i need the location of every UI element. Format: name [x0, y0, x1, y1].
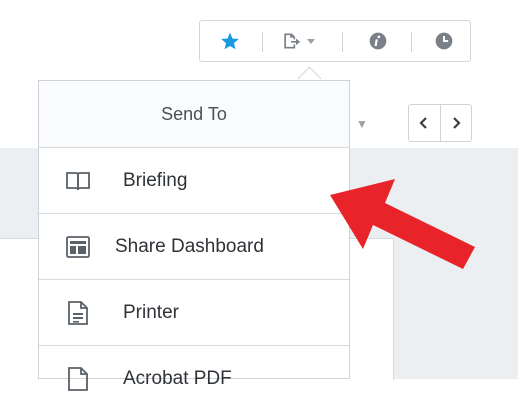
export-icon — [284, 33, 301, 49]
menu-item-share-dashboard[interactable]: Share Dashboard — [39, 213, 349, 279]
clock-icon — [435, 32, 453, 50]
menu-item-printer[interactable]: Printer — [39, 279, 349, 345]
page-navigation — [408, 104, 472, 142]
menu-item-acrobat-pdf[interactable]: Acrobat PDF — [39, 345, 349, 411]
menu-item-label: Printer — [123, 301, 179, 323]
next-button[interactable] — [439, 105, 472, 141]
book-icon — [66, 171, 90, 190]
info-button[interactable] — [360, 21, 396, 61]
send-to-title: Send To — [39, 81, 349, 147]
menu-item-briefing[interactable]: Briefing — [39, 147, 349, 213]
document-icon — [68, 300, 88, 325]
toolbar-divider — [342, 32, 343, 52]
send-to-menu: Send To Briefing Share Dashboard Printer — [38, 80, 350, 391]
chevron-left-icon — [419, 117, 428, 129]
history-button[interactable] — [426, 21, 462, 61]
annotation-arrow — [330, 179, 475, 269]
chevron-right-icon — [452, 117, 461, 129]
dashboard-icon — [66, 235, 90, 258]
menu-item-label: Briefing — [123, 169, 188, 191]
info-icon — [369, 32, 387, 50]
star-icon — [221, 32, 239, 50]
toolbar-divider — [411, 32, 412, 52]
menu-item-label: Share Dashboard — [115, 235, 264, 257]
collapse-chevron-icon[interactable]: ▼ — [356, 117, 368, 131]
dashboard-toolbar — [199, 20, 471, 62]
favorite-button[interactable] — [212, 21, 248, 61]
toolbar-divider — [262, 32, 263, 52]
chevron-down-icon — [307, 39, 315, 44]
share-menu-button[interactable] — [270, 21, 328, 61]
previous-button[interactable] — [409, 105, 440, 141]
